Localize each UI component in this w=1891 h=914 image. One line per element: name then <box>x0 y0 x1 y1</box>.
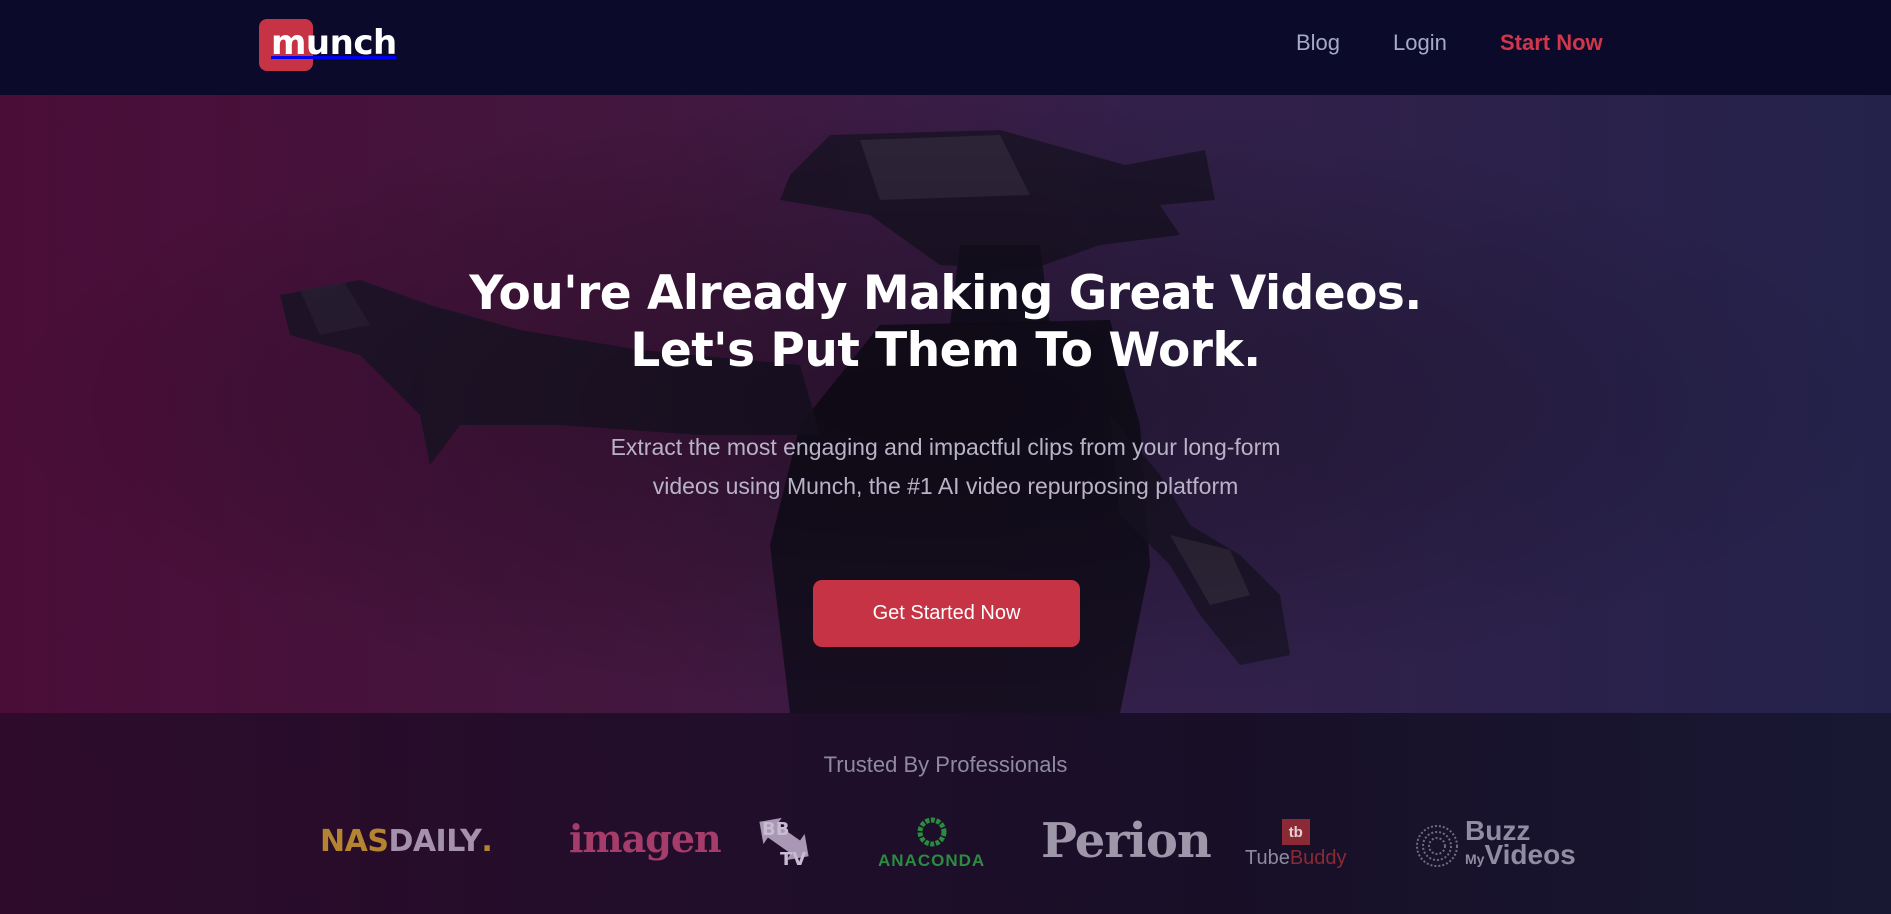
trusted-by-section: Trusted By Professionals NAS DAILY. image… <box>0 713 1891 914</box>
imagen-logo: imagen <box>569 816 722 861</box>
perion-logo: Perion <box>1041 813 1212 869</box>
site-header: munch Blog Login Start Now <box>0 0 1891 95</box>
nav-login-link[interactable]: Login <box>1393 30 1447 56</box>
hero-section: You're Already Making Great Videos. Let'… <box>0 95 1891 713</box>
tubebuddy-part1: Tube <box>1245 847 1290 869</box>
anaconda-logo: ANACONDA <box>878 815 985 871</box>
svg-text:BB: BB <box>762 819 789 840</box>
bbtv-logo-icon: BB TV <box>759 817 809 869</box>
bbtv-logo: BB TV <box>754 817 814 869</box>
get-started-now-button[interactable]: Get Started Now <box>813 580 1080 647</box>
anaconda-ring-icon <box>917 817 947 847</box>
imagen-logo-text: imagen <box>569 816 722 861</box>
hero-headline: You're Already Making Great Videos. Let'… <box>0 265 1891 379</box>
munch-logo[interactable]: munch <box>259 19 397 71</box>
hero-subtitle: Extract the most engaging and impactful … <box>0 428 1891 506</box>
buzz-my: My <box>1465 851 1485 867</box>
tubebuddy-badge-icon: tb <box>1281 819 1310 845</box>
headline-line-2: Let's Put Them To Work. <box>630 323 1261 378</box>
tubebuddy-logo-text: TubeBuddy <box>1245 847 1347 870</box>
perion-logo-text: Perion <box>1041 813 1212 869</box>
subtitle-line-2: videos using Munch, the #1 AI video repu… <box>652 473 1239 499</box>
nav-start-now-link[interactable]: Start Now <box>1500 30 1603 56</box>
buzzmyvideos-logo: Buzz MyVideos <box>1415 817 1576 872</box>
nasdaily-logo-part2: DAILY <box>388 824 482 859</box>
buzzmyvideos-logo-text: Buzz MyVideos <box>1465 817 1576 872</box>
tubebuddy-part2: Buddy <box>1289 847 1347 869</box>
hero-content: You're Already Making Great Videos. Let'… <box>0 95 1891 713</box>
buzz-line2: Videos <box>1484 839 1576 870</box>
nasdaily-logo-part1: NAS <box>320 824 389 859</box>
svg-text:TV: TV <box>780 849 806 869</box>
trusted-by-title: Trusted By Professionals <box>823 752 1068 777</box>
headline-line-1: You're Already Making Great Videos. <box>469 266 1422 321</box>
nasdaily-logo: NAS DAILY. <box>320 824 493 859</box>
anaconda-logo-text: ANACONDA <box>878 851 986 870</box>
logo-text: munch <box>271 23 397 63</box>
nav-blog-link[interactable]: Blog <box>1296 30 1340 56</box>
subtitle-line-1: Extract the most engaging and impactful … <box>610 434 1281 460</box>
nasdaily-logo-dot: . <box>481 824 493 859</box>
tubebuddy-logo: tb TubeBuddy <box>1245 819 1347 870</box>
buzzmyvideos-globe-icon <box>1416 824 1458 867</box>
